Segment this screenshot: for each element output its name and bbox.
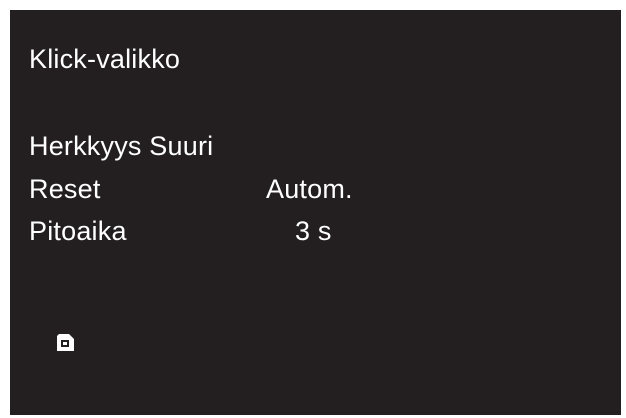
hold-time-label[interactable]: Pitoaika [29,215,127,247]
menu-screen: Klick-valikko Herkkyys Suuri Reset Autom… [10,10,621,415]
save-icon[interactable] [56,333,75,352]
reset-value: Autom. [266,174,353,204]
hold-time-value: 3 s [295,216,332,246]
reset-label[interactable]: Reset [29,173,101,205]
sensitivity-item[interactable]: Herkkyys Suuri [29,130,213,162]
menu-title: Klick-valikko [29,44,181,74]
